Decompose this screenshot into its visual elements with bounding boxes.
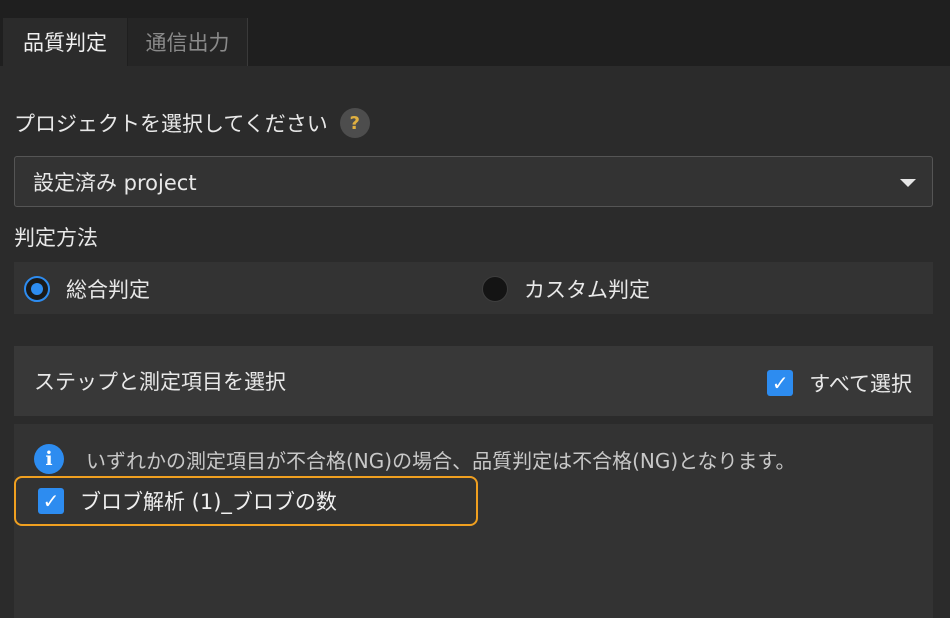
method-radio-group: 総合判定 カスタム判定 — [14, 262, 933, 314]
tab-bar: 品質判定 通信出力 — [0, 0, 950, 66]
help-icon[interactable]: ? — [339, 108, 370, 138]
project-select[interactable]: 設定済み project — [14, 156, 933, 207]
info-icon: i — [34, 444, 64, 474]
radio-label: カスタム判定 — [524, 278, 650, 302]
info-message: i いずれかの測定項目が不合格(NG)の場合、品質判定は不合格(NG)となります… — [34, 444, 796, 474]
project-label: プロジェクトを選択してください — [14, 112, 328, 136]
select-all-label: すべて選択 — [809, 372, 912, 396]
steps-header: ステップと測定項目を選択 ✓ すべて選択 — [14, 346, 933, 416]
radio-label: 総合判定 — [66, 278, 150, 302]
tab-quality-judgment[interactable]: 品質判定 — [3, 18, 127, 66]
method-label: 判定方法 — [14, 226, 98, 250]
checkbox-checked-icon[interactable]: ✓ — [767, 370, 794, 396]
project-section: プロジェクトを選択してください ? — [14, 108, 370, 138]
caret-down-icon[interactable] — [900, 179, 916, 187]
steps-body: i いずれかの測定項目が不合格(NG)の場合、品質判定は不合格(NG)となります… — [14, 424, 933, 618]
info-text: いずれかの測定項目が不合格(NG)の場合、品質判定は不合格(NG)となります。 — [86, 448, 796, 473]
radio-unselected-icon[interactable] — [482, 276, 508, 302]
project-select-value: 設定済み project — [33, 170, 197, 195]
radio-custom-judgment[interactable]: カスタム判定 — [482, 274, 650, 304]
measurement-item-label: ブロブ解析 (1)_ブロブの数 — [80, 490, 337, 514]
tab-communication-output[interactable]: 通信出力 — [128, 18, 248, 66]
radio-overall-judgment[interactable]: 総合判定 — [24, 274, 150, 304]
steps-title: ステップと測定項目を選択 — [34, 370, 286, 394]
measurement-item-blob-count[interactable]: ✓ ブロブ解析 (1)_ブロブの数 — [14, 476, 478, 526]
select-all-checkbox[interactable]: ✓ すべて選択 — [767, 368, 912, 398]
radio-selected-icon[interactable] — [24, 276, 50, 302]
checkbox-checked-icon[interactable]: ✓ — [38, 488, 64, 514]
